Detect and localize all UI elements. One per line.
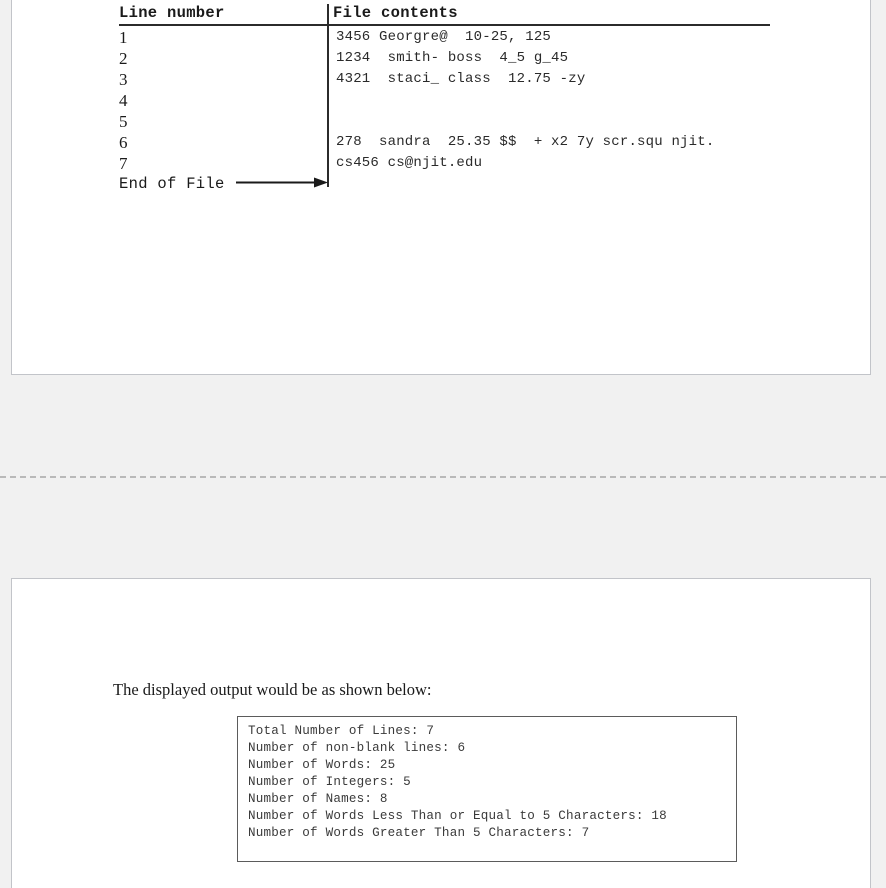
file-content-line [336, 90, 776, 111]
table-row: 5 [119, 112, 128, 131]
table-row: 4 [119, 91, 128, 110]
output-caption: The displayed output would be as shown b… [113, 680, 432, 699]
table-header-rule [119, 24, 770, 26]
program-output-box: Total Number of Lines: 7 Number of non-b… [237, 716, 737, 862]
file-content-line: 1234 smith- boss 4_5 g_45 [336, 50, 569, 66]
file-content-line [336, 111, 776, 132]
table-row: 6 [119, 133, 128, 152]
file-table-header-row: Line number File contents [119, 4, 771, 24]
output-line: Number of Words Less Than or Equal to 5 … [248, 809, 667, 823]
file-content-line: 278 sandra 25.35 $$ + x2 7y scr.squ njit… [336, 134, 715, 150]
output-line: Total Number of Lines: 7 [248, 724, 435, 738]
table-row: 2 [119, 49, 128, 68]
file-table: Line number File contents [119, 4, 771, 24]
file-content-line: 3456 Georgre@ 10-25, 125 [336, 29, 552, 45]
column-header-line-number: Line number [119, 4, 225, 22]
table-row: 7 [119, 154, 128, 173]
file-content-line: 4321 staci_ class 12.75 -zy [336, 71, 586, 87]
table-row: 3 [119, 70, 128, 89]
arrow-right-icon [236, 177, 328, 188]
output-line: Number of Names: 8 [248, 792, 388, 806]
table-row: 1 [119, 28, 128, 47]
page-separator [0, 476, 886, 478]
line-number-column: 1 2 3 4 5 6 7 End of File [119, 27, 319, 195]
output-line: Number of Integers: 5 [248, 775, 411, 789]
output-line: Number of Words: 25 [248, 758, 396, 772]
file-contents-column: 3456 Georgre@ 10-25, 125 1234 smith- bos… [336, 27, 776, 174]
table-column-divider [327, 4, 329, 187]
output-line: Number of non-blank lines: 6 [248, 741, 466, 755]
output-line: Number of Words Greater Than 5 Character… [248, 826, 590, 840]
file-content-line: cs456 cs@njit.edu [336, 155, 483, 171]
column-header-file-contents: File contents [333, 4, 458, 22]
